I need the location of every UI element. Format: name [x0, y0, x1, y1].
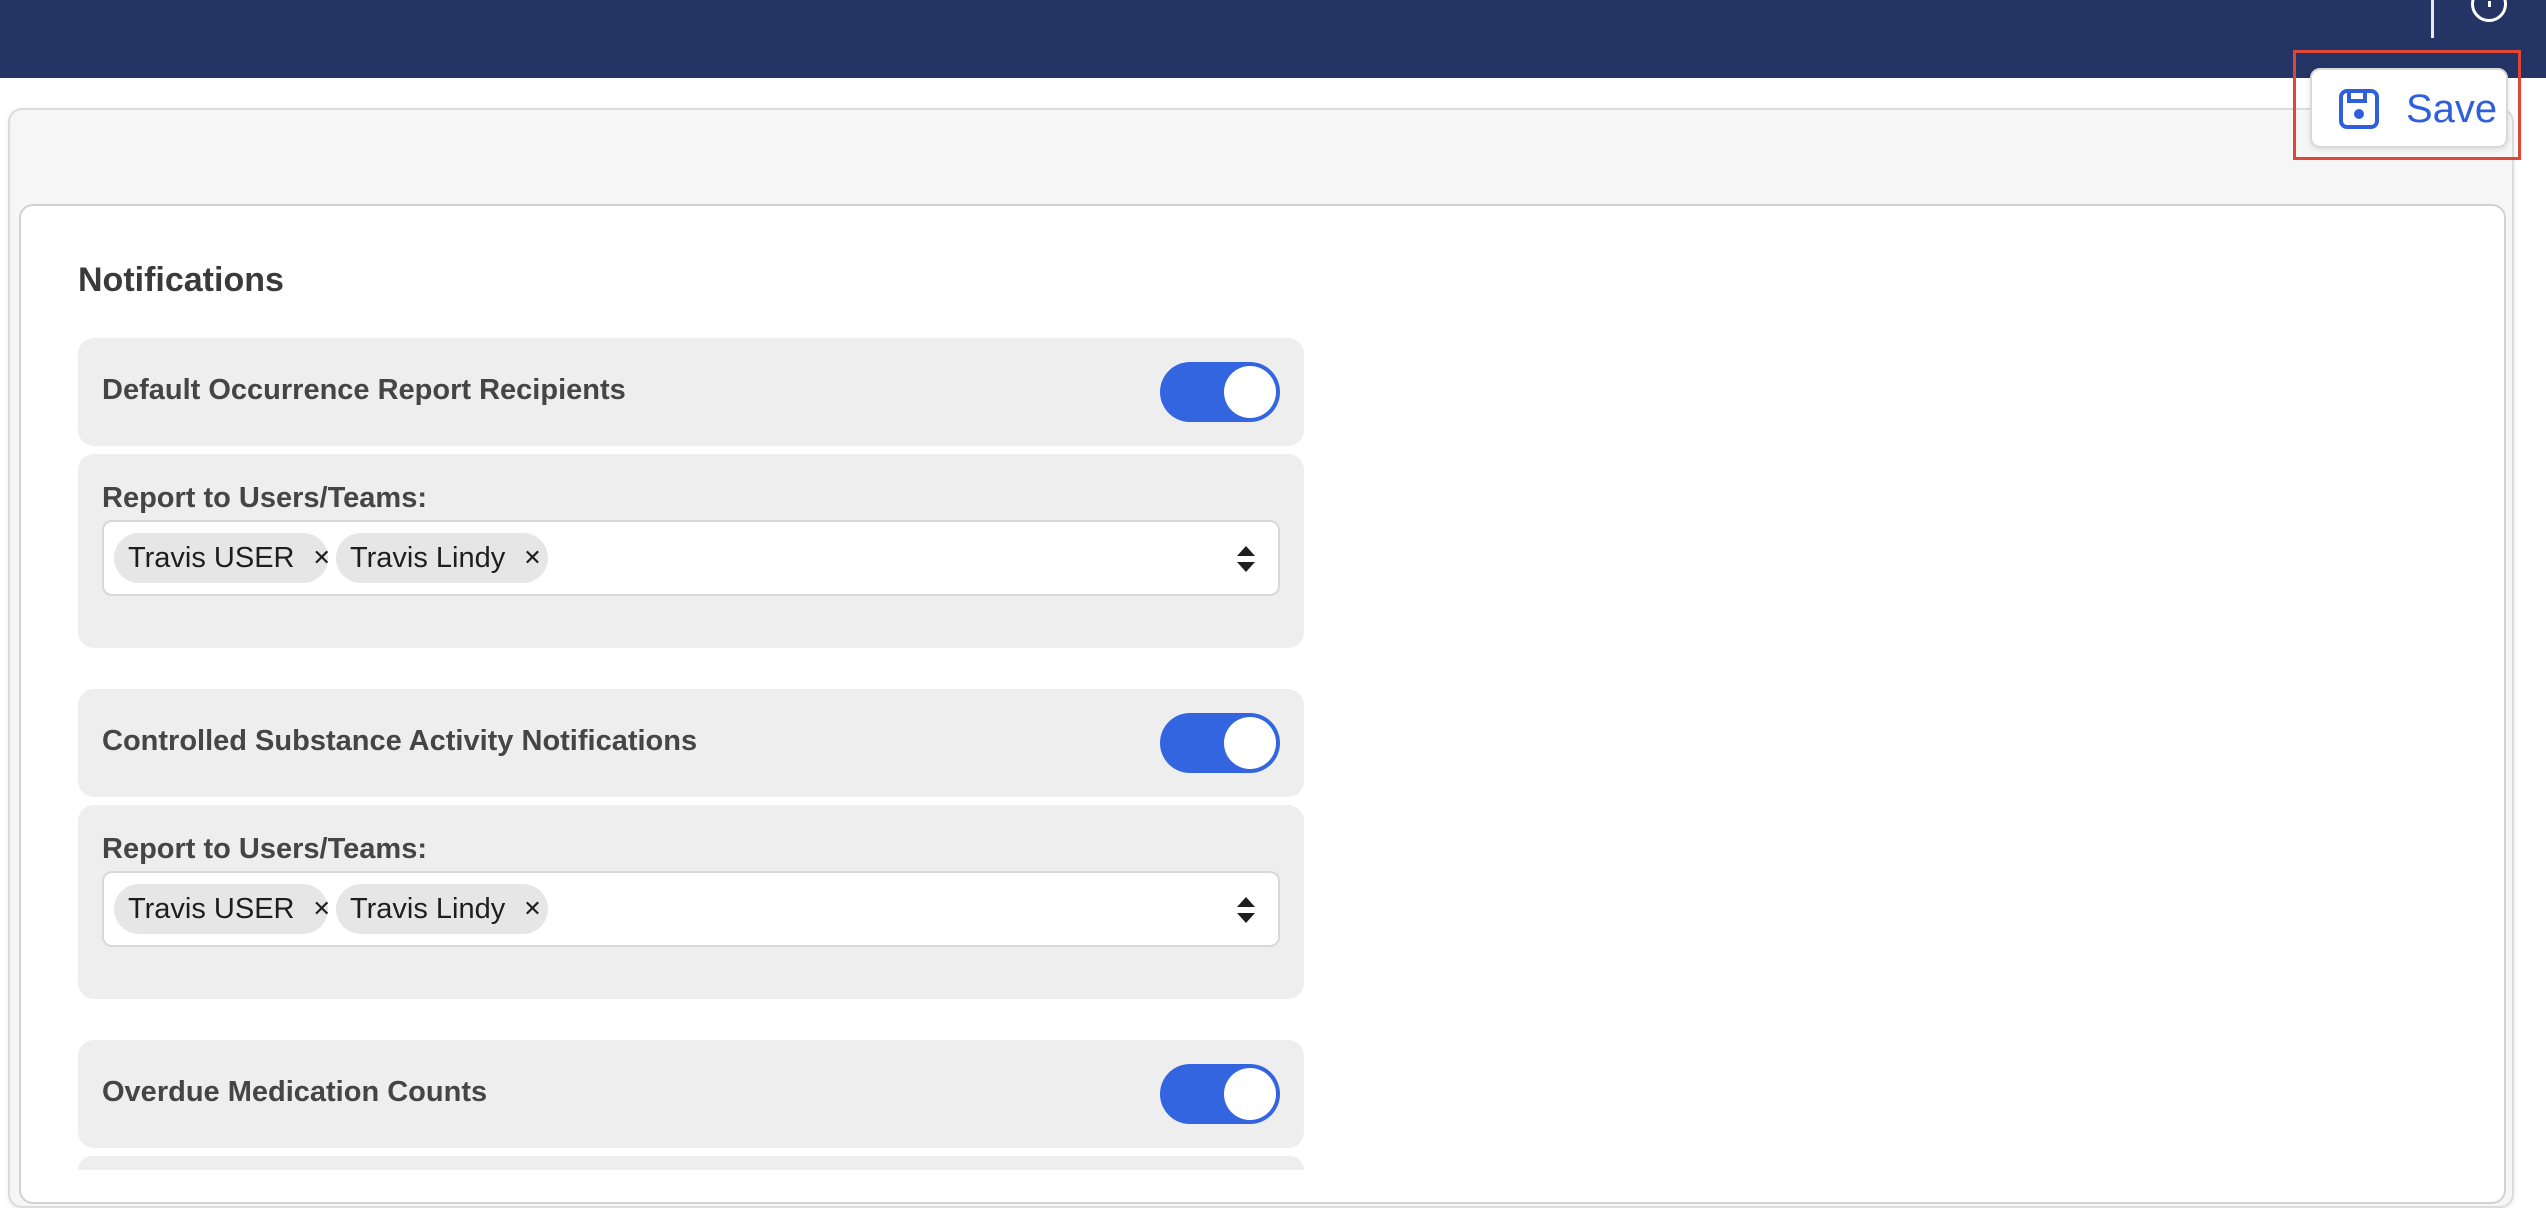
controlled-substance-label: Controlled Substance Activity Notificati… — [102, 725, 698, 757]
overdue-medication-toggle[interactable] — [1160, 1064, 1280, 1124]
floppy-disk-icon — [2339, 89, 2379, 129]
overdue-medication-recipients-panel — [78, 1156, 1304, 1170]
recipient-chip: Travis Lindy ✕ — [336, 884, 548, 934]
recipient-chip: Travis USER ✕ — [114, 533, 331, 583]
report-to-label: Report to Users/Teams: — [102, 833, 427, 865]
recipients-multiselect[interactable]: Travis USER ✕ Travis Lindy ✕ — [102, 520, 1280, 596]
report-to-label: Report to Users/Teams: — [102, 482, 427, 514]
recipient-chip-label: Travis Lindy — [350, 541, 506, 574]
remove-chip-icon[interactable]: ✕ — [313, 896, 331, 922]
overdue-medication-label: Overdue Medication Counts — [102, 1076, 488, 1108]
save-button[interactable]: Save — [2310, 68, 2508, 148]
header-divider — [2431, 0, 2434, 38]
recipients-multiselect[interactable]: Travis USER ✕ Travis Lindy ✕ — [102, 871, 1280, 947]
overdue-medication-row: Overdue Medication Counts — [78, 1040, 1304, 1148]
save-button-label: Save — [2406, 87, 2498, 131]
default-occurrence-report-row: Default Occurrence Report Recipients — [78, 338, 1304, 446]
sort-arrows-icon[interactable] — [1236, 895, 1256, 925]
recipient-chip: Travis USER ✕ — [114, 884, 331, 934]
notifications-title: Notifications — [78, 261, 284, 299]
top-header-bar — [0, 0, 2546, 78]
sort-arrows-icon[interactable] — [1236, 544, 1256, 574]
toggle-knob — [1224, 366, 1276, 418]
remove-chip-icon[interactable]: ✕ — [313, 545, 331, 571]
default-occurrence-report-label: Default Occurrence Report Recipients — [102, 374, 626, 406]
help-circle-icon[interactable] — [2471, 0, 2507, 22]
default-occurrence-recipients-panel: Report to Users/Teams: Travis USER ✕ Tra… — [78, 454, 1304, 648]
remove-chip-icon[interactable]: ✕ — [523, 896, 541, 922]
controlled-substance-row: Controlled Substance Activity Notificati… — [78, 689, 1304, 797]
controlled-substance-recipients-panel: Report to Users/Teams: Travis USER ✕ Tra… — [78, 805, 1304, 999]
recipient-chip-label: Travis Lindy — [350, 892, 506, 925]
remove-chip-icon[interactable]: ✕ — [523, 545, 541, 571]
default-occurrence-report-toggle[interactable] — [1160, 362, 1280, 422]
toggle-knob — [1224, 1068, 1276, 1120]
recipient-chip-label: Travis USER — [128, 892, 295, 925]
toggle-knob — [1224, 717, 1276, 769]
controlled-substance-toggle[interactable] — [1160, 713, 1280, 773]
recipient-chip-label: Travis USER — [128, 541, 295, 574]
recipient-chip: Travis Lindy ✕ — [336, 533, 548, 583]
